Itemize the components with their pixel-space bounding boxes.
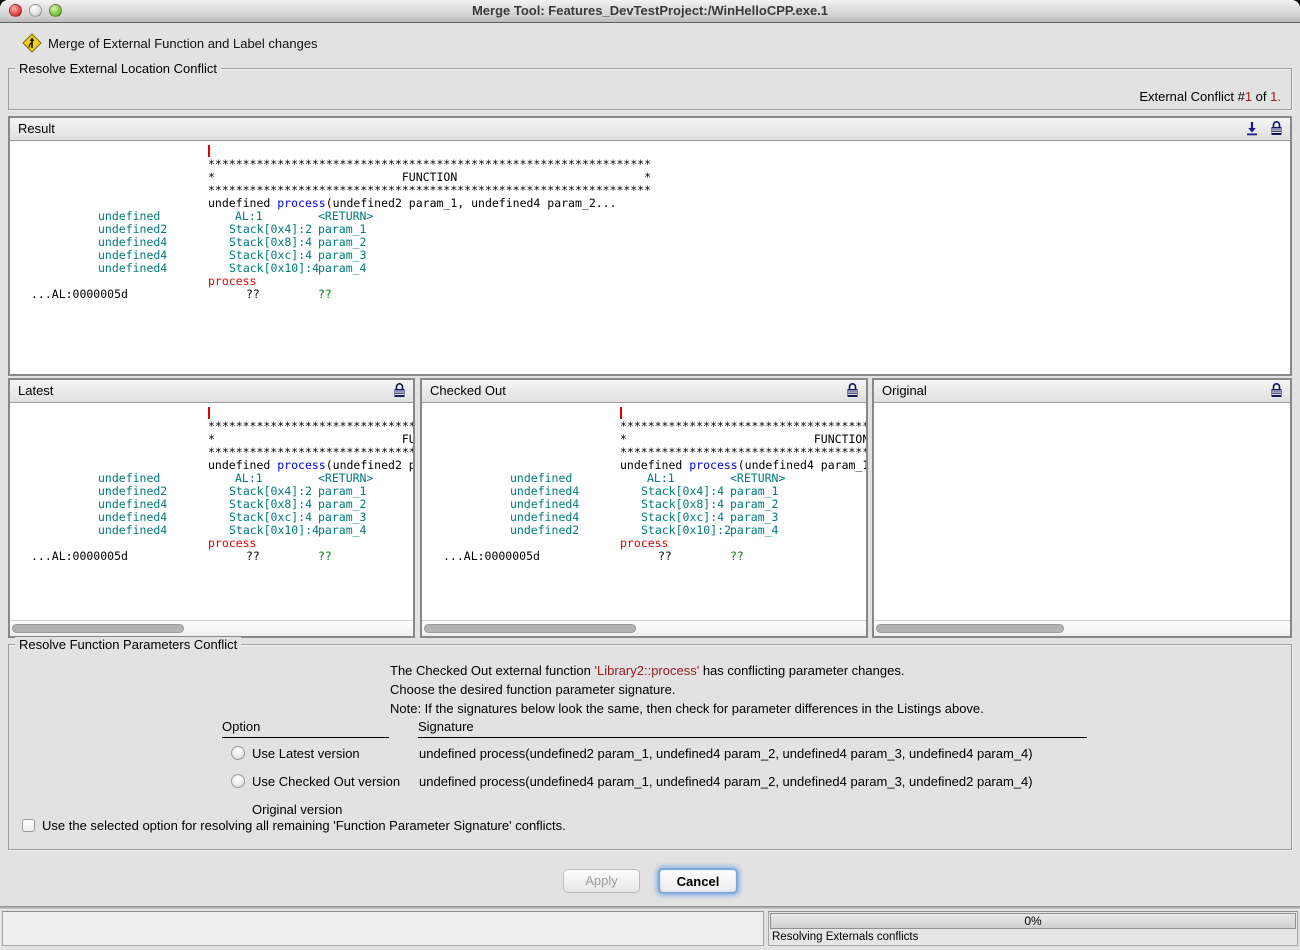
merge-phase-header: Merge of External Function and Label cha… bbox=[0, 23, 1300, 65]
original-panel: Original bbox=[872, 378, 1292, 638]
original-horizontal-scrollbar[interactable] bbox=[874, 620, 1290, 636]
progress-area: 0% Resolving Externals conflicts bbox=[768, 911, 1298, 946]
status-bar-divider bbox=[0, 906, 1300, 909]
checked-out-panel: Checked Out ****************************… bbox=[420, 378, 868, 638]
title-bar[interactable]: Merge Tool: Features_DevTestProject:/Win… bbox=[0, 0, 1300, 23]
conflict-description: The Checked Out external function 'Libra… bbox=[390, 663, 904, 678]
original-panel-title: Original bbox=[874, 380, 1290, 401]
listing-line: undefined2Stack[0x4]:2param_1 bbox=[10, 223, 1290, 236]
scrollbar-thumb[interactable] bbox=[12, 624, 184, 633]
listing-line: undefined4Stack[0xc]:4param_3 bbox=[10, 249, 1290, 262]
latest-panel: Latest *********************************… bbox=[8, 378, 415, 638]
latest-horizontal-scrollbar[interactable] bbox=[10, 620, 413, 636]
lock-icon[interactable] bbox=[392, 382, 408, 399]
use-for-all-label: Use the selected option for resolving al… bbox=[42, 818, 566, 833]
lock-icon[interactable] bbox=[1269, 382, 1285, 399]
listing-line: undefined4Stack[0x10]:4param_4 bbox=[10, 262, 1290, 275]
minimize-window-button[interactable] bbox=[29, 4, 42, 17]
latest-panel-header: Latest bbox=[10, 380, 413, 403]
cancel-button[interactable]: Cancel bbox=[658, 868, 738, 894]
original-panel-header: Original bbox=[874, 380, 1290, 403]
listing-line: undefined process(undefined2 param_1, un… bbox=[10, 197, 1290, 210]
progress-status-text: Resolving Externals conflicts bbox=[772, 931, 918, 943]
listing-line: undefinedAL:1<RETURN> bbox=[10, 210, 1290, 223]
latest-panel-title: Latest bbox=[10, 380, 413, 401]
option-column-header: Option bbox=[222, 719, 389, 738]
radio-option-1[interactable] bbox=[231, 774, 245, 788]
option-label[interactable]: Use Latest version bbox=[252, 746, 360, 761]
option-signature: undefined process(undefined2 param_1, un… bbox=[419, 746, 1033, 761]
option-label[interactable]: Use Checked Out version bbox=[252, 774, 400, 789]
merge-phase-title: Merge of External Function and Label cha… bbox=[48, 36, 318, 51]
down-arrow-icon[interactable] bbox=[1244, 120, 1260, 137]
option-row: Use Checked Out version undefined process… bbox=[9, 769, 1287, 797]
result-panel-title: Result bbox=[10, 118, 1290, 139]
listing-line: undefined process(undefined4 param_1, un… bbox=[422, 459, 866, 472]
close-window-button[interactable] bbox=[9, 4, 22, 17]
radio-option-0[interactable] bbox=[231, 746, 245, 760]
listing-line: process bbox=[10, 275, 1290, 288]
option-label: Original version bbox=[252, 802, 342, 817]
merge-sign-icon bbox=[22, 33, 42, 53]
checked-out-listing[interactable]: ****************************************… bbox=[422, 403, 866, 621]
scrollbar-thumb[interactable] bbox=[876, 624, 1064, 633]
group-title-function-parameters: Resolve Function Parameters Conflict bbox=[15, 637, 241, 652]
listing-cursor bbox=[208, 407, 210, 419]
option-signature: undefined process(undefined4 param_1, un… bbox=[419, 774, 1033, 789]
listing-line: ...AL:0000005d???? bbox=[10, 288, 1290, 301]
listing-cursor bbox=[208, 145, 210, 157]
function-parameters-conflict-group: Resolve Function Parameters Conflict The… bbox=[8, 644, 1292, 850]
listing-line: ...AL:0000005d???? bbox=[422, 550, 866, 563]
scrollbar-thumb[interactable] bbox=[424, 624, 636, 633]
original-listing[interactable] bbox=[874, 403, 1290, 621]
signature-column-header: Signature bbox=[418, 719, 1087, 738]
lock-icon[interactable] bbox=[1269, 120, 1285, 137]
checked-out-horizontal-scrollbar[interactable] bbox=[422, 620, 866, 636]
lock-icon[interactable] bbox=[845, 382, 861, 399]
merge-tool-window: Merge Tool: Features_DevTestProject:/Win… bbox=[0, 0, 1300, 950]
apply-button[interactable]: Apply bbox=[563, 869, 640, 893]
checked-out-panel-header: Checked Out bbox=[422, 380, 866, 403]
group-title-external-location: Resolve External Location Conflict bbox=[15, 61, 221, 76]
status-message-area bbox=[2, 911, 764, 946]
result-panel-header: Result bbox=[10, 118, 1290, 141]
listing-cursor bbox=[620, 407, 622, 419]
external-conflict-counter: External Conflict #1 of 1. bbox=[1139, 89, 1281, 104]
use-for-all-checkbox[interactable] bbox=[22, 819, 35, 832]
listing-line: ...AL:0000005d???? bbox=[10, 550, 413, 563]
result-panel: Result ************ bbox=[8, 116, 1292, 376]
latest-listing[interactable]: ****************************************… bbox=[10, 403, 413, 621]
checked-out-panel-title: Checked Out bbox=[422, 380, 866, 401]
zoom-window-button[interactable] bbox=[49, 4, 62, 17]
listing-line: ****************************************… bbox=[10, 184, 1290, 197]
result-listing[interactable]: ****************************************… bbox=[10, 141, 1290, 374]
external-location-conflict-group: Resolve External Location Conflict Exter… bbox=[8, 68, 1292, 110]
conflict-instruction: Choose the desired function parameter si… bbox=[390, 682, 675, 697]
option-table: Use Latest version undefined process(unde… bbox=[9, 741, 1287, 821]
window-title: Merge Tool: Features_DevTestProject:/Win… bbox=[0, 0, 1300, 22]
option-row: Use Latest version undefined process(unde… bbox=[9, 741, 1287, 769]
progress-bar: 0% bbox=[770, 913, 1296, 929]
conflict-note: Note: If the signatures below look the s… bbox=[390, 701, 984, 716]
listing-line: undefined4Stack[0x8]:4param_2 bbox=[10, 236, 1290, 249]
